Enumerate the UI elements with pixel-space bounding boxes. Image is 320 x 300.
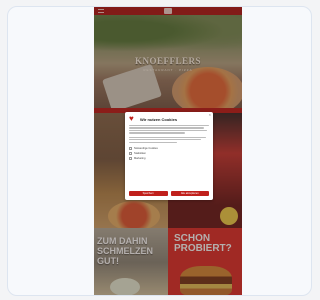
dialog-buttons: Speichern Alle akzeptieren <box>129 191 209 196</box>
save-button[interactable]: Speichern <box>129 191 168 196</box>
checkbox[interactable] <box>129 157 132 161</box>
text-line <box>129 136 206 138</box>
text-line <box>129 139 201 141</box>
checkbox[interactable] <box>129 147 132 151</box>
text-line <box>129 129 208 132</box>
dialog-header: ♥ Wir nutzen Cookies <box>129 115 209 123</box>
close-icon[interactable]: × <box>209 113 211 117</box>
cookie-option-statistics[interactable]: Statistiken <box>129 152 209 156</box>
dialog-body-text <box>129 125 209 143</box>
shield-icon: ♥ <box>129 114 134 123</box>
text-line <box>129 141 177 143</box>
accept-all-button[interactable]: Alle akzeptieren <box>170 191 209 196</box>
dialog-title: Wir nutzen Cookies <box>140 116 178 122</box>
option-label: Marketing <box>134 157 146 161</box>
text-line <box>129 127 205 129</box>
option-label: Statistiken <box>134 152 146 156</box>
cookie-option-necessary[interactable]: Notwendige Cookies <box>129 147 209 151</box>
preview-card: KNOEFFLERS RESTAURANT · PIZZA ZUM DAHIN … <box>7 6 312 296</box>
checkbox[interactable] <box>129 152 132 156</box>
cookie-option-marketing[interactable]: Marketing <box>129 157 209 161</box>
text-line <box>129 125 209 127</box>
mobile-page-screenshot: KNOEFFLERS RESTAURANT · PIZZA ZUM DAHIN … <box>94 7 242 295</box>
option-label: Notwendige Cookies <box>134 147 158 151</box>
cookie-options: Notwendige Cookies Statistiken Marketing <box>129 147 209 161</box>
cookie-consent-dialog: × ♥ Wir nutzen Cookies Notwendige Cookie… <box>125 112 213 200</box>
text-line <box>129 132 185 134</box>
